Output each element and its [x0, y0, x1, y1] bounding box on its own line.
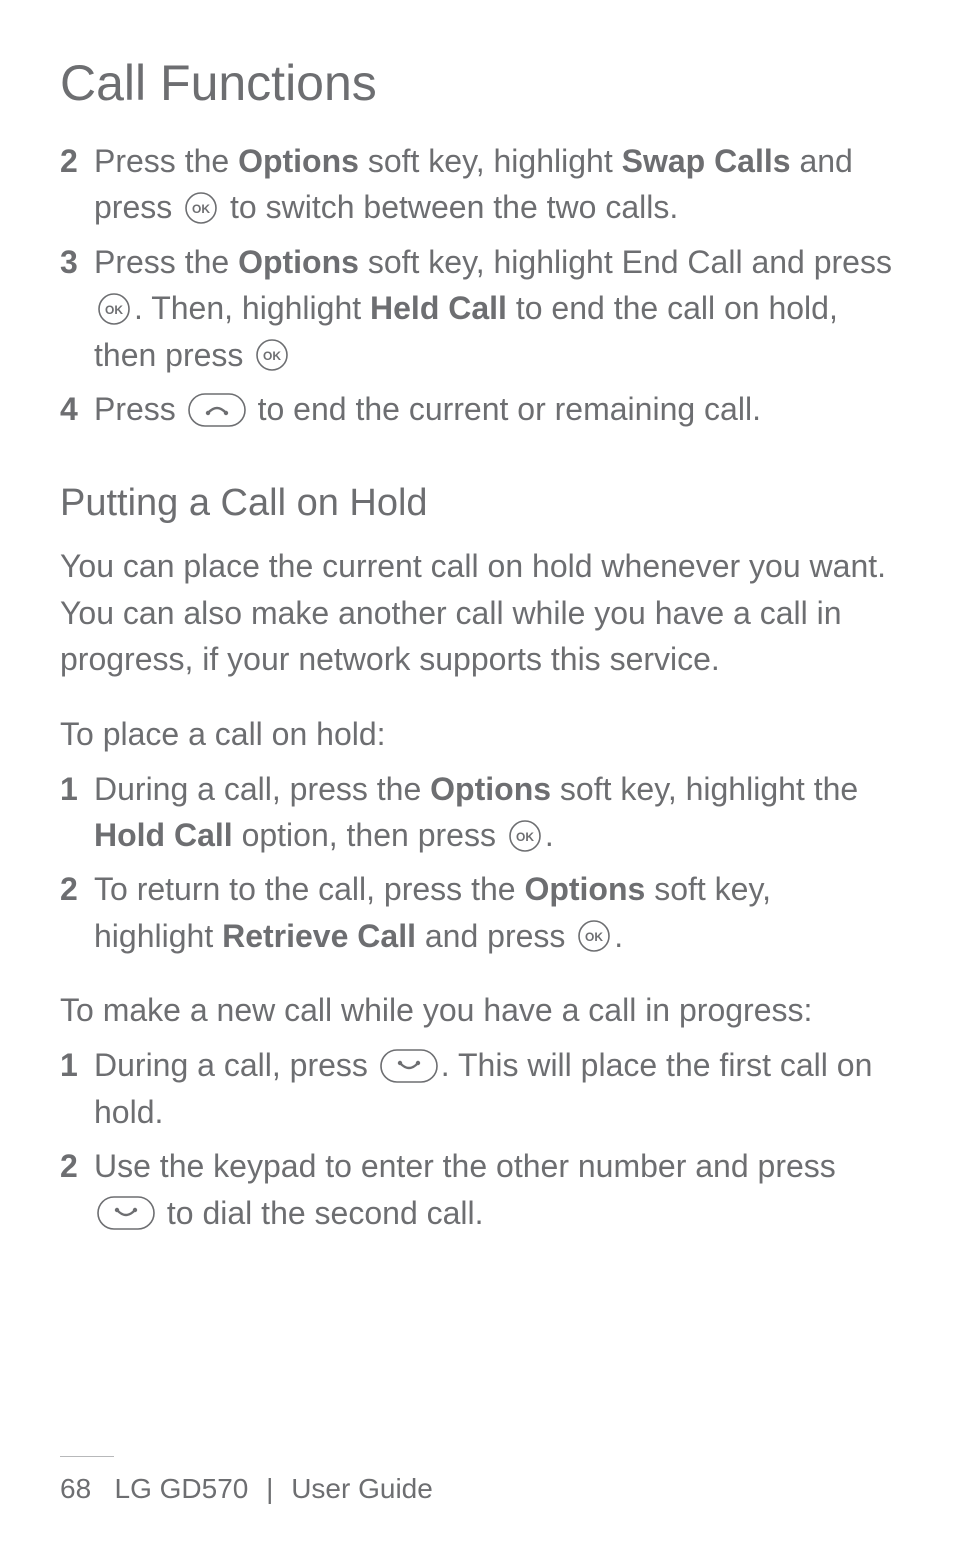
section-paragraph: You can place the current call on hold w… — [60, 543, 894, 682]
svg-text:OK: OK — [105, 303, 123, 317]
footer-divider: | — [256, 1473, 283, 1504]
list-item: 2Press the Options soft key, highlight S… — [60, 138, 894, 231]
svg-text:OK: OK — [263, 349, 281, 363]
footer-text: 68 LG GD570 | User Guide — [60, 1473, 894, 1505]
bold-text: Options — [524, 871, 645, 907]
bold-text: Held Call — [370, 290, 507, 326]
step-number: 2 — [60, 1143, 94, 1189]
step-text: Use the keypad to enter the other number… — [94, 1143, 894, 1236]
ok-icon: OK — [508, 819, 542, 853]
ok-icon: OK — [255, 338, 289, 372]
call-icon — [97, 1196, 155, 1230]
step-text: To return to the call, press the Options… — [94, 866, 894, 959]
end-call-icon — [188, 393, 246, 427]
step-list-a: 2Press the Options soft key, highlight S… — [60, 138, 894, 432]
bold-text: Retrieve Call — [222, 918, 416, 954]
page-footer: 68 LG GD570 | User Guide — [0, 1456, 954, 1505]
bold-text: Options — [238, 244, 359, 280]
call-icon — [380, 1049, 438, 1083]
subsection-heading-2: To make a new call while you have a call… — [60, 989, 894, 1032]
svg-text:OK: OK — [585, 930, 603, 944]
step-text: Press the Options soft key, highlight Sw… — [94, 138, 894, 231]
step-number: 2 — [60, 866, 94, 912]
footer-rule — [60, 1456, 114, 1457]
model-name: LG GD570 — [115, 1473, 249, 1504]
svg-text:OK: OK — [516, 830, 534, 844]
step-text: During a call, press the Options soft ke… — [94, 766, 894, 859]
page-number: 68 — [60, 1473, 91, 1504]
ok-icon: OK — [97, 292, 131, 326]
page-title: Call Functions — [60, 54, 894, 112]
bold-text: Swap Calls — [622, 143, 791, 179]
bold-text: Options — [238, 143, 359, 179]
step-text: Press to end the current or remaining ca… — [94, 386, 894, 432]
guide-label: User Guide — [291, 1473, 433, 1504]
list-item: 2Use the keypad to enter the other numbe… — [60, 1143, 894, 1236]
step-number: 4 — [60, 386, 94, 432]
step-number: 1 — [60, 766, 94, 812]
list-item: 2To return to the call, press the Option… — [60, 866, 894, 959]
step-number: 1 — [60, 1042, 94, 1088]
list-item: 1During a call, press the Options soft k… — [60, 766, 894, 859]
section-heading: Putting a Call on Hold — [60, 482, 894, 525]
bold-text: Hold Call — [94, 817, 233, 853]
bold-text: Options — [430, 771, 551, 807]
step-text: During a call, press . This will place t… — [94, 1042, 894, 1135]
step-text: Press the Options soft key, highlight En… — [94, 239, 894, 378]
step-number: 3 — [60, 239, 94, 285]
subsection-heading-1: To place a call on hold: — [60, 713, 894, 756]
ok-icon: OK — [577, 919, 611, 953]
step-list-c: 1During a call, press . This will place … — [60, 1042, 894, 1236]
manual-page: Call Functions 2Press the Options soft k… — [0, 0, 954, 1557]
svg-text:OK: OK — [192, 202, 210, 216]
step-list-b: 1During a call, press the Options soft k… — [60, 766, 894, 960]
list-item: 1During a call, press . This will place … — [60, 1042, 894, 1135]
ok-icon: OK — [184, 191, 218, 225]
list-item: 4Press to end the current or remaining c… — [60, 386, 894, 432]
list-item: 3Press the Options soft key, highlight E… — [60, 239, 894, 378]
step-number: 2 — [60, 138, 94, 184]
